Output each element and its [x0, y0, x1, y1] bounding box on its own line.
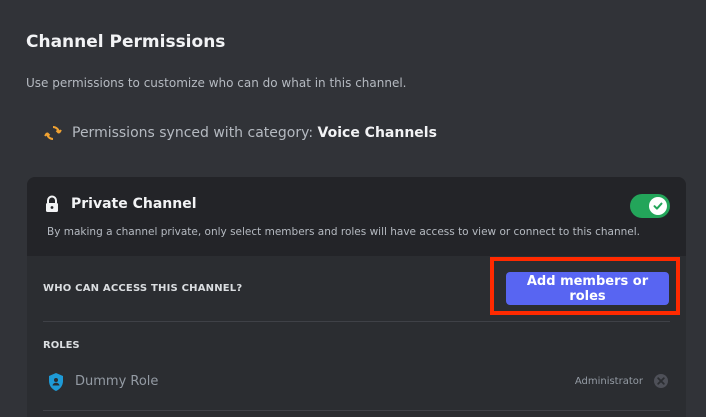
private-channel-card: Private Channel By making a channel priv… — [27, 177, 686, 417]
checkmark-icon — [653, 202, 663, 210]
add-members-button[interactable]: Add members or roles — [506, 272, 669, 305]
toggle-knob — [649, 197, 667, 215]
sync-icon — [44, 124, 62, 142]
access-section-label: WHO CAN ACCESS THIS CHANNEL? — [43, 283, 243, 294]
private-channel-description: By making a channel private, only select… — [47, 226, 640, 238]
divider — [43, 410, 670, 411]
private-channel-header: Private Channel By making a channel priv… — [27, 177, 686, 256]
sync-status: Permissions synced with category: Voice … — [44, 124, 437, 142]
remove-role-icon[interactable] — [653, 373, 669, 389]
divider — [43, 321, 670, 322]
roles-section-label: ROLES — [43, 340, 80, 351]
role-row: Dummy Role Administrator — [47, 371, 669, 395]
role-shield-icon — [47, 372, 65, 392]
role-permission: Administrator — [574, 376, 643, 387]
sync-text: Permissions synced with category: Voice … — [72, 125, 437, 141]
page-title: Channel Permissions — [26, 32, 226, 52]
sync-category: Voice Channels — [317, 125, 437, 141]
private-channel-row: Private Channel — [44, 195, 197, 213]
private-channel-label: Private Channel — [71, 196, 197, 212]
role-name: Dummy Role — [75, 374, 159, 389]
lock-icon — [44, 195, 60, 213]
page-subtitle: Use permissions to customize who can do … — [26, 76, 407, 90]
private-channel-toggle[interactable] — [630, 194, 670, 218]
